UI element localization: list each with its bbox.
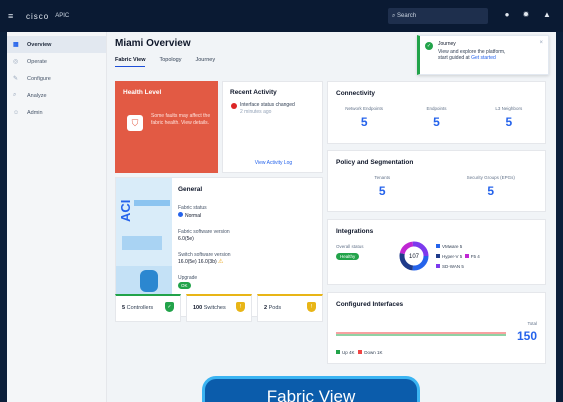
- pods-stat[interactable]: 2 Pods !: [257, 294, 323, 322]
- metric[interactable]: Endpoints 5: [400, 106, 472, 129]
- menu-icon[interactable]: ≡: [8, 11, 20, 21]
- sidebar-item-analyze[interactable]: ⌕ Analyze: [7, 87, 106, 104]
- switches-stat[interactable]: 100 Switches !: [186, 294, 252, 322]
- sidebar-item-label: Analyze: [27, 92, 47, 99]
- upgrade-field: Upgrade OK: [178, 275, 198, 289]
- app-name: APIC: [55, 13, 70, 19]
- alert-icon: [231, 103, 237, 109]
- legend-item: SD-WAN 5: [436, 262, 480, 272]
- policy-card: Policy and Segmentation Tenants 5 Securit…: [327, 150, 546, 212]
- toast-body-2: start guided at Get started: [438, 55, 496, 61]
- health-level-card[interactable]: Health Level ⛉ Some faults may affect th…: [115, 81, 218, 173]
- card-title: Health Level: [123, 89, 162, 96]
- interfaces-count: 150: [516, 329, 537, 343]
- donut-total: 107: [409, 254, 420, 260]
- activity-item-title: Interface status changed: [240, 102, 295, 108]
- card-title: Recent Activity: [230, 89, 277, 96]
- status-badge: Healthy: [336, 253, 360, 260]
- tab-journey[interactable]: Journey: [196, 57, 216, 67]
- activity-item-time: 2 minutes ago: [240, 109, 272, 115]
- shield-icon: ⛉: [127, 115, 143, 131]
- users-icon: ☺: [13, 109, 20, 116]
- shield-icon: ✓: [165, 302, 174, 312]
- integrations-donut[interactable]: 107: [398, 240, 430, 272]
- page-title: Miami Overview: [115, 38, 191, 49]
- sidebar-item-label: Configure: [27, 75, 51, 82]
- toast-title: Journey: [438, 41, 456, 47]
- interfaces-legend: Up 4K Down 1K: [336, 350, 383, 355]
- sidebar-item-overview[interactable]: ▦ Overview: [7, 36, 106, 53]
- integrations-legend: VMware 5 Hyper-V 5 F5 4 SD-WAN 5: [436, 242, 480, 272]
- journey-toast: ✓ × Journey View and explore the platfor…: [417, 35, 549, 75]
- warning-icon: ⚠: [218, 259, 224, 265]
- aci-label: ACI: [118, 199, 133, 222]
- tab-fabric-view[interactable]: Fabric View: [115, 57, 146, 67]
- sidebar: ▦ Overview ◎ Operate ✎ Configure ⌕ Analy…: [7, 32, 107, 402]
- connectivity-metrics: Network Endpoints 5 Endpoints 5 L3 Neighbo…: [328, 106, 545, 129]
- card-title: Connectivity: [336, 90, 376, 97]
- main-content: Miami Overview Fabric View Topology Jour…: [107, 32, 556, 402]
- recent-activity-card: Recent Activity Interface status changed…: [222, 81, 323, 173]
- search-input[interactable]: ⌕ Search: [388, 8, 488, 24]
- interfaces-bar[interactable]: [336, 329, 506, 337]
- status-dot-icon: [178, 212, 183, 217]
- metric[interactable]: L3 Neighbors 5: [473, 106, 545, 129]
- card-title: Policy and Segmentation: [336, 159, 414, 166]
- help-icon[interactable]: ●: [502, 10, 512, 20]
- general-details: General Fabric status Normal Fabric soft…: [178, 186, 231, 299]
- integration-status: Overall status Healthy: [336, 244, 364, 260]
- interfaces-caption: Total: [527, 321, 537, 326]
- fabric-status-field: Fabric status Normal: [178, 205, 207, 219]
- status-badge: OK: [178, 282, 191, 289]
- top-bar: ≡ cisco APIC ⌕ Search ● ✹ ▲: [0, 0, 563, 32]
- switch-version-field: Switch software version 16.0(5e) 16.0(3b…: [178, 252, 231, 265]
- card-title: Configured Interfaces: [336, 301, 404, 308]
- metric[interactable]: Tenants 5: [328, 175, 437, 198]
- tab-topology[interactable]: Topology: [159, 57, 181, 67]
- dashboard-icon: ▦: [13, 42, 19, 48]
- sidebar-item-configure[interactable]: ✎ Configure: [7, 70, 106, 87]
- integrations-card: Integrations Overall status Healthy 107 …: [327, 219, 546, 285]
- health-message: Some faults may affect the fabric health…: [151, 113, 211, 126]
- sidebar-item-operate[interactable]: ◎ Operate: [7, 53, 106, 70]
- card-title: General: [178, 186, 203, 193]
- policy-metrics: Tenants 5 Security Groups (EPGs) 5: [328, 175, 545, 198]
- sidebar-item-label: Admin: [27, 109, 43, 116]
- sidebar-item-label: Operate: [27, 58, 47, 65]
- shield-icon: !: [307, 302, 316, 312]
- sidebar-item-label: Overview: [27, 41, 52, 48]
- toast-link[interactable]: Get started: [471, 55, 496, 61]
- user-icon[interactable]: ▲: [542, 10, 552, 20]
- settings-icon[interactable]: ✹: [521, 10, 531, 20]
- legend-item: VMware 5: [436, 242, 480, 252]
- wrench-icon: ✎: [13, 76, 19, 82]
- connectivity-card: Connectivity Network Endpoints 5 Endpoint…: [327, 81, 546, 144]
- legend-item: Hyper-V 5 F5 4: [436, 252, 480, 262]
- check-icon: ✓: [425, 42, 433, 50]
- app-shell: ▦ Overview ◎ Operate ✎ Configure ⌕ Analy…: [7, 32, 556, 402]
- view-activity-link[interactable]: View Activity Log: [223, 160, 324, 166]
- close-icon[interactable]: ×: [539, 40, 543, 46]
- fabric-version-field: Fabric software version 6.0(5e): [178, 229, 230, 242]
- metric[interactable]: Security Groups (EPGs) 5: [437, 175, 546, 198]
- shield-icon: !: [236, 302, 245, 312]
- activity-item[interactable]: Interface status changed 2 minutes ago: [231, 102, 295, 116]
- metric[interactable]: Network Endpoints 5: [328, 106, 400, 129]
- controllers-stat[interactable]: 5 Controllers ✓: [115, 294, 181, 322]
- configured-interfaces-card: Configured Interfaces Total 150 Up 4K Do…: [327, 292, 546, 364]
- operate-icon: ◎: [13, 59, 19, 65]
- sidebar-item-admin[interactable]: ☺ Admin: [7, 104, 106, 121]
- fabric-view-banner: Fabric View: [202, 376, 420, 402]
- search-placeholder: Search: [397, 13, 417, 19]
- magnify-icon: ⌕: [13, 92, 17, 98]
- cisco-logo: cisco: [26, 11, 50, 21]
- tab-bar: Fabric View Topology Journey: [115, 57, 229, 67]
- card-title: Integrations: [336, 228, 374, 235]
